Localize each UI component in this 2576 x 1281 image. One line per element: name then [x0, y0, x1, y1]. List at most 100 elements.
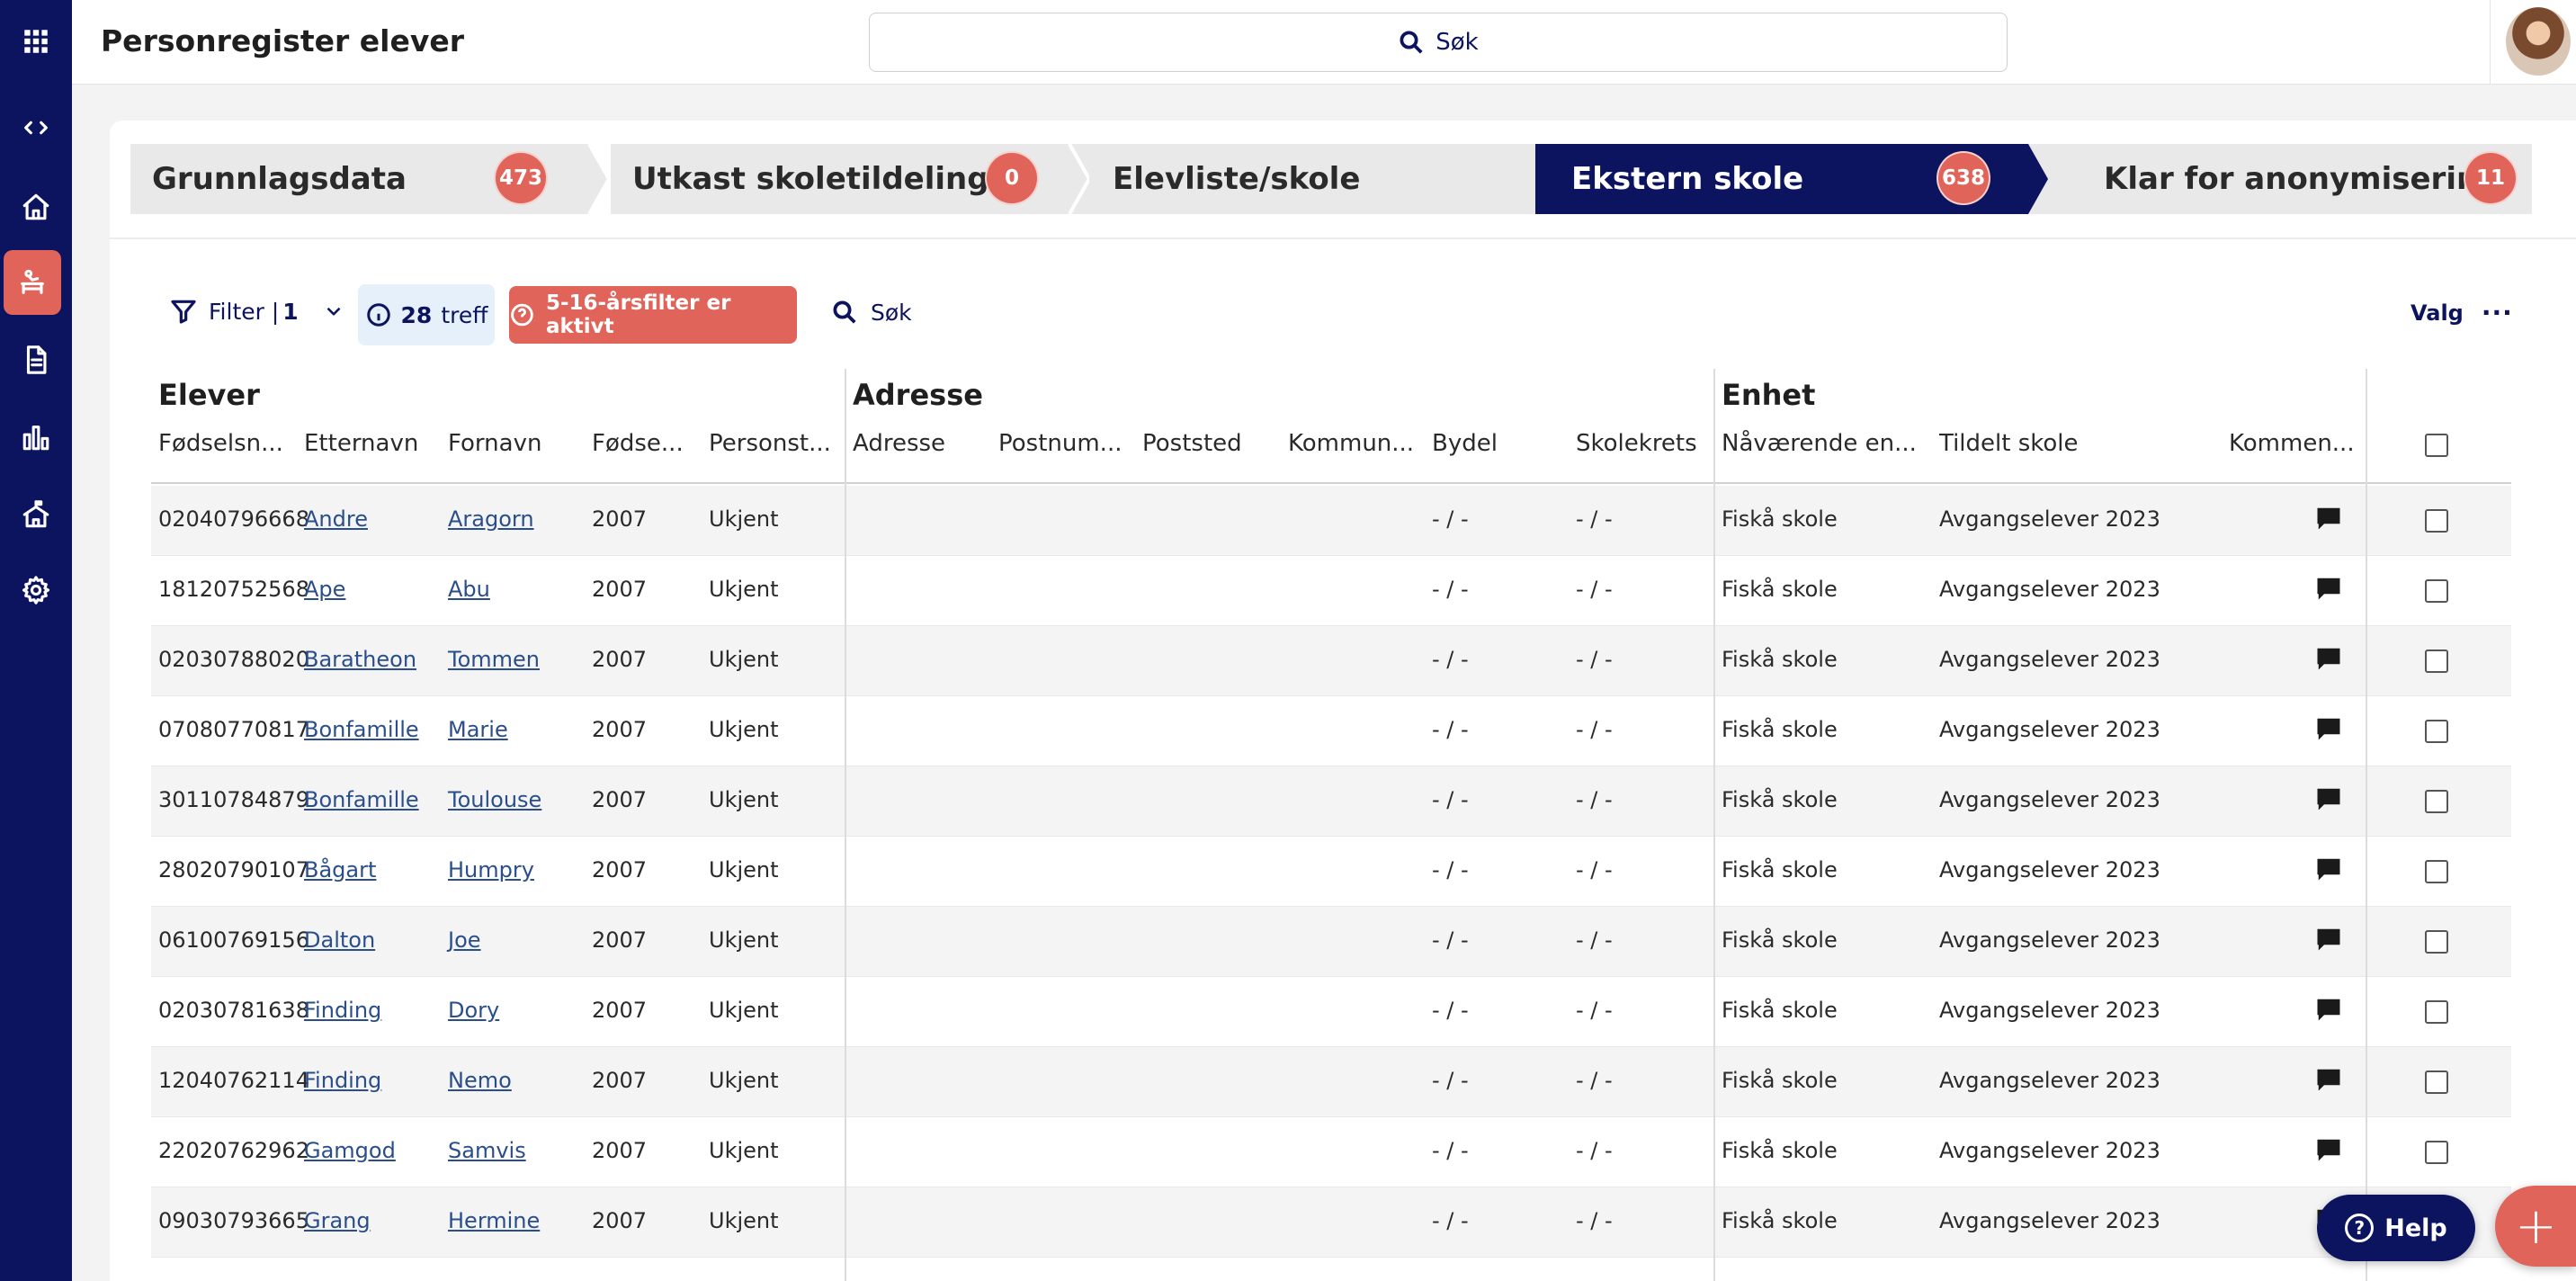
table-search-button[interactable]: Søk	[831, 299, 912, 326]
column-header-adresse[interactable]: Adresse	[853, 430, 945, 457]
row-checkbox[interactable]	[2425, 579, 2448, 603]
cell-etternavn[interactable]: Finding	[304, 998, 381, 1023]
column-header-fodselsar[interactable]: Fødse...	[592, 430, 684, 457]
add-button[interactable]: +	[2495, 1186, 2576, 1267]
column-header-fodselsnummer[interactable]: Fødselsn...	[158, 430, 283, 457]
column-header-poststed[interactable]: Poststed	[1142, 430, 1242, 457]
row-checkbox[interactable]	[2425, 860, 2448, 883]
table-row[interactable]: 02040796668 Andre Aragorn 2007 Ukjent - / - - …	[151, 486, 2511, 556]
row-checkbox[interactable]	[2425, 649, 2448, 673]
table-row[interactable]: 28020790107 Bågart Humpry 2007 Ukjent - / - - …	[151, 837, 2511, 907]
table-row[interactable]: 18120752568 Ape Abu 2007 Ukjent - / - - / - Fis…	[151, 556, 2511, 626]
help-button[interactable]: ? Help	[2317, 1195, 2475, 1261]
column-header-personstatus[interactable]: Personst...	[709, 430, 831, 457]
step-elevliste-skole[interactable]: Elevliste/skole 2185	[1091, 144, 1641, 214]
column-header-bydel[interactable]: Bydel	[1432, 430, 1498, 457]
cell-tildelt-skole: Avgangselever 2023	[1939, 506, 2160, 532]
row-checkbox[interactable]	[2425, 1141, 2448, 1164]
cell-fodselsnummer: 12040762114	[158, 1068, 309, 1093]
settings-icon[interactable]	[11, 565, 61, 615]
cell-fornavn[interactable]: Marie	[448, 717, 508, 742]
cell-personstatus: Ukjent	[709, 787, 779, 812]
home-icon[interactable]	[11, 182, 61, 232]
cell-etternavn[interactable]: Gamgod	[304, 1138, 396, 1163]
cell-bydel: - / -	[1432, 1208, 1469, 1233]
table-row[interactable]: 30110784879 Bonfamille Toulouse 2007 Ukjent -…	[151, 766, 2511, 837]
cell-etternavn[interactable]: Bonfamille	[304, 787, 419, 812]
column-header-kommentar[interactable]: Kommen...	[2229, 430, 2355, 457]
column-header-fornavn[interactable]: Fornavn	[448, 430, 541, 457]
comment-icon[interactable]	[2315, 716, 2342, 741]
filter-button[interactable]: Filter | 1	[169, 297, 345, 326]
table-row[interactable]: 07080770817 Bonfamille Marie 2007 Ukjent - / …	[151, 696, 2511, 766]
cell-fornavn[interactable]: Abu	[448, 577, 490, 602]
cell-etternavn[interactable]: Ape	[304, 577, 345, 602]
cell-fornavn[interactable]: Dory	[448, 998, 499, 1023]
workflow-stepper: Grunnlagsdata 473 Utkast skoletildeling …	[130, 144, 2532, 214]
comment-icon[interactable]	[2315, 1137, 2342, 1162]
comment-icon[interactable]	[2315, 506, 2342, 531]
row-checkbox[interactable]	[2425, 790, 2448, 813]
apps-icon[interactable]	[11, 16, 61, 67]
cell-etternavn[interactable]: Andre	[304, 506, 368, 532]
row-checkbox[interactable]	[2425, 930, 2448, 954]
cell-fornavn[interactable]: Aragorn	[448, 506, 534, 532]
age-filter-button[interactable]: 5-16-årsfilter er aktivt	[509, 286, 797, 344]
row-checkbox[interactable]	[2425, 1070, 2448, 1094]
cell-etternavn[interactable]: Bonfamille	[304, 717, 419, 742]
table-row[interactable]: 12040762114 Finding Nemo 2007 Ukjent - / - - /…	[151, 1047, 2511, 1117]
comment-icon[interactable]	[2315, 927, 2342, 952]
cell-etternavn[interactable]: Finding	[304, 1068, 381, 1093]
cell-fornavn[interactable]: Tommen	[448, 647, 540, 672]
step-klar-for-anonymisering[interactable]: Klar for anonymisering 11	[2028, 144, 2532, 214]
cell-etternavn[interactable]: Dalton	[304, 927, 375, 953]
comment-icon[interactable]	[2315, 786, 2342, 811]
table-row[interactable]: 09030793665 Grang Hermine 2007 Ukjent - / - - …	[151, 1187, 2511, 1258]
cell-skolekrets: - / -	[1576, 927, 1613, 953]
cell-skolekrets: - / -	[1576, 506, 1613, 532]
options-menu-button[interactable]: Valg ···	[2411, 300, 2513, 327]
school-building-icon[interactable]	[11, 489, 61, 540]
table-row[interactable]: 06100769156 Dalton Joe 2007 Ukjent - / - - / -…	[151, 907, 2511, 977]
hits-badge: 28 treff	[358, 284, 495, 345]
cell-etternavn[interactable]: Grang	[304, 1208, 371, 1233]
document-icon[interactable]	[11, 335, 61, 385]
global-search[interactable]: Søk	[869, 13, 2008, 72]
school-desk-icon[interactable]	[4, 250, 61, 315]
cell-fornavn[interactable]: Nemo	[448, 1068, 512, 1093]
step-grunnlagsdata[interactable]: Grunnlagsdata 473	[130, 144, 589, 214]
cell-fodselsnummer: 02030781638	[158, 998, 309, 1023]
cell-fornavn[interactable]: Toulouse	[448, 787, 541, 812]
comment-icon[interactable]	[2315, 646, 2342, 671]
column-header-skolekrets[interactable]: Skolekrets	[1576, 430, 1697, 457]
comment-icon[interactable]	[2315, 576, 2342, 601]
cell-etternavn[interactable]: Bågart	[304, 857, 376, 882]
table-row[interactable]: 02030788020 Baratheon Tommen 2007 Ukjent - / …	[151, 626, 2511, 696]
column-header-kommune[interactable]: Kommun...	[1288, 430, 1414, 457]
code-icon[interactable]	[11, 103, 61, 153]
table-row[interactable]: 22020762962 Gamgod Samvis 2007 Ukjent - / - - …	[151, 1117, 2511, 1187]
cell-fornavn[interactable]: Hermine	[448, 1208, 540, 1233]
row-checkbox[interactable]	[2425, 509, 2448, 533]
cell-fornavn[interactable]: Joe	[448, 927, 481, 953]
row-checkbox[interactable]	[2425, 1000, 2448, 1024]
step-utkast-skoletildeling[interactable]: Utkast skoletildeling 0	[611, 144, 1091, 214]
row-checkbox[interactable]	[2425, 720, 2448, 743]
comment-icon[interactable]	[2315, 997, 2342, 1022]
column-header-etternavn[interactable]: Etternavn	[304, 430, 418, 457]
select-all-checkbox[interactable]	[2425, 434, 2448, 457]
cell-skolekrets: - / -	[1576, 1138, 1613, 1163]
cell-fornavn[interactable]: Samvis	[448, 1138, 526, 1163]
column-header-tildelt-skole[interactable]: Tildelt skole	[1939, 430, 2079, 457]
column-header-navaerende-enhet[interactable]: Nåværende en...	[1722, 430, 1917, 457]
avatar[interactable]	[2506, 7, 2571, 76]
chevron-down-icon[interactable]	[322, 300, 345, 323]
bar-chart-icon[interactable]	[11, 412, 61, 462]
step-ekstern-skole[interactable]: Ekstern skole 638	[1535, 144, 2028, 214]
comment-icon[interactable]	[2315, 1067, 2342, 1092]
comment-icon[interactable]	[2315, 856, 2342, 882]
cell-fornavn[interactable]: Humpry	[448, 857, 534, 882]
table-row[interactable]: 02030781638 Finding Dory 2007 Ukjent - / - - /…	[151, 977, 2511, 1047]
cell-etternavn[interactable]: Baratheon	[304, 647, 416, 672]
column-header-postnummer[interactable]: Postnum...	[998, 430, 1122, 457]
